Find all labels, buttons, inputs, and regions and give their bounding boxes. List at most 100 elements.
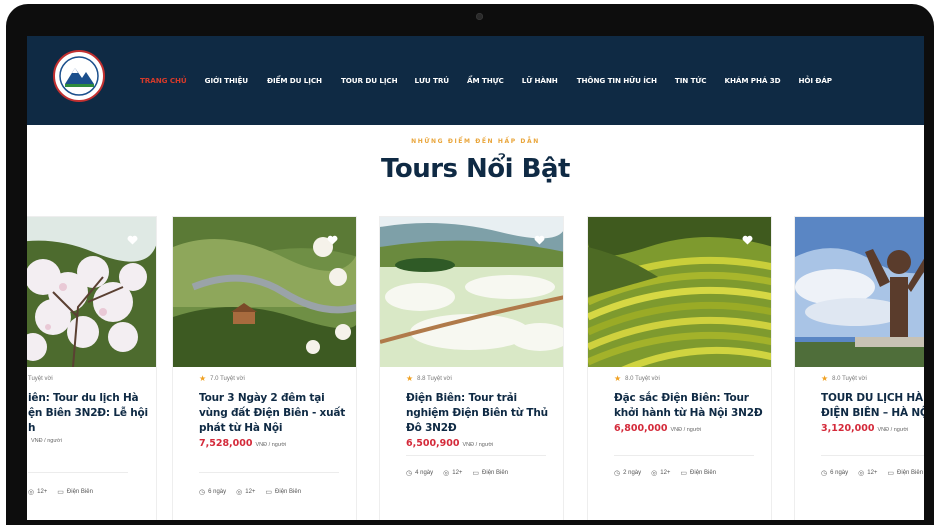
- tour-title[interactable]: Tour 3 Ngày 2 đêm tại vùng đất Điện Biên…: [199, 391, 349, 436]
- tour-title[interactable]: Điện Biên: Tour trải nghiệm Điện Biên từ…: [406, 391, 556, 436]
- site-logo[interactable]: [53, 50, 105, 102]
- map-icon: ▭: [680, 470, 688, 477]
- map-icon: ▭: [887, 470, 895, 477]
- duration-text: 6 ngày: [208, 489, 227, 495]
- star-icon: ★: [199, 374, 207, 383]
- map-icon: ▭: [265, 489, 273, 496]
- star-icon: ★: [406, 374, 414, 383]
- meta-duration: ◷ 2 ngày: [614, 469, 641, 477]
- divider: [614, 455, 754, 456]
- price-row: 6,800,000 VNĐ / người: [614, 423, 764, 434]
- nav-item-faq[interactable]: HỎI ĐÁP: [799, 76, 833, 85]
- nav-item-explore-3d[interactable]: KHÁM PHÁ 3D: [724, 76, 780, 85]
- clock-icon: ◷: [199, 489, 206, 496]
- heart-icon[interactable]: [534, 235, 545, 245]
- price-unit: VNĐ / người: [877, 427, 909, 433]
- tour-meta: ◎ 12+ ▭ Điện Biên: [28, 488, 93, 496]
- meta-age: ◎ 12+: [651, 469, 670, 477]
- nav-item-news[interactable]: TIN TỨC: [675, 76, 707, 85]
- location-text: Điện Biên: [275, 489, 302, 495]
- main-nav: TRANG CHỦ GIỚI THIỆU ĐIỂM DU LỊCH TOUR D…: [140, 36, 832, 125]
- rating-text: 7.0 Tuyệt vời: [210, 376, 245, 382]
- age-text: 12+: [37, 489, 48, 495]
- clock-icon: ◷: [406, 470, 413, 477]
- browser-viewport: TRANG CHỦ GIỚI THIỆU ĐIỂM DU LỊCH TOUR D…: [27, 36, 924, 520]
- age-text: 12+: [245, 489, 256, 495]
- section-eyebrow: NHỮNG ĐIỂM ĐẾN HẤP DẪN: [411, 138, 540, 145]
- tour-image[interactable]: [795, 217, 924, 367]
- price-row: 7,528,000 VNĐ / người: [199, 438, 349, 449]
- map-icon: ▭: [472, 470, 480, 477]
- duration-text: 2 ngày: [623, 470, 642, 476]
- location-text: Điện Biên: [690, 470, 717, 476]
- site-header: TRANG CHỦ GIỚI THIỆU ĐIỂM DU LỊCH TOUR D…: [27, 36, 924, 125]
- rating-text: Tuyệt vời: [28, 376, 53, 382]
- rating: ★ 8.0 Tuyệt vời: [821, 373, 924, 385]
- divider: [406, 455, 546, 456]
- age-text: 12+: [660, 470, 671, 476]
- tour-title[interactable]: TOUR DU LỊCH HÀ NỘI - ĐIỆN BIÊN – HÀ NỘI…: [821, 391, 924, 421]
- price-unit: VNĐ / người: [670, 427, 702, 433]
- heart-icon[interactable]: [327, 235, 338, 245]
- clock-icon: ◷: [821, 470, 828, 477]
- age-icon: ◎: [858, 470, 865, 477]
- tour-card[interactable]: ★ 8.0 Tuyệt vời TOUR DU LỊCH HÀ NỘI - ĐI…: [794, 216, 924, 520]
- nav-item-accommodation[interactable]: LƯU TRÚ: [415, 76, 450, 85]
- location-text: Điện Biên: [482, 470, 509, 476]
- heart-icon[interactable]: [127, 235, 138, 245]
- rating-text: 8.0 Tuyệt vời: [625, 376, 660, 382]
- meta-location: ▭ Điện Biên: [57, 488, 93, 496]
- tour-image[interactable]: [27, 217, 156, 367]
- price-row: VNĐ / người: [28, 438, 156, 444]
- location-text: Điện Biên: [66, 489, 93, 495]
- tour-image[interactable]: [588, 217, 771, 367]
- nav-item-about[interactable]: GIỚI THIỆU: [205, 76, 248, 85]
- nav-item-destinations[interactable]: ĐIỂM DU LỊCH: [267, 76, 322, 85]
- tour-meta: ◷ 6 ngày ◎ 12+ ▭ Điện Biên: [821, 469, 923, 477]
- age-text: 12+: [867, 470, 878, 476]
- meta-location: ▭ Điện Biên: [265, 488, 301, 496]
- price-unit: VNĐ / người: [31, 438, 62, 444]
- meta-duration: ◷ 6 ngày: [821, 469, 848, 477]
- star-icon: ★: [614, 374, 622, 383]
- tour-title[interactable]: iên: Tour du lịch Hà ện Biên 3N2Đ: Lễ hộ…: [28, 391, 156, 436]
- camera-icon: [476, 13, 483, 20]
- nav-item-travel[interactable]: LỮ HÀNH: [522, 76, 558, 85]
- price-row: 3,120,000 VNĐ / người: [821, 423, 924, 434]
- price-unit: VNĐ / người: [462, 442, 494, 448]
- tour-card[interactable]: ★ 8.0 Tuyệt vời Đặc sắc Điện Biên: Tour …: [587, 216, 772, 520]
- nav-item-cuisine[interactable]: ẨM THỰC: [467, 76, 504, 85]
- meta-duration: ◷ 4 ngày: [406, 469, 433, 477]
- rating-text: 8.8 Tuyệt vời: [417, 376, 452, 382]
- meta-age: ◎ 12+: [28, 488, 47, 496]
- tour-card-body: ★ 8.0 Tuyệt vời TOUR DU LỊCH HÀ NỘI - ĐI…: [821, 373, 924, 435]
- duration-text: 6 ngày: [830, 470, 849, 476]
- rating: ★ 7.0 Tuyệt vời: [199, 373, 349, 385]
- tour-image[interactable]: [380, 217, 563, 367]
- tour-price: 3,120,000: [821, 423, 875, 434]
- age-text: 12+: [452, 470, 463, 476]
- tour-card[interactable]: Tuyệt vời iên: Tour du lịch Hà ện Biên 3…: [27, 216, 157, 520]
- tour-card[interactable]: ★ 7.0 Tuyệt vời Tour 3 Ngày 2 đêm tại vù…: [172, 216, 357, 520]
- location-text: Điện Biên: [897, 470, 924, 476]
- meta-location: ▭ Điện Biên: [472, 469, 508, 477]
- tour-meta: ◷ 6 ngày ◎ 12+ ▭ Điện Biên: [199, 488, 301, 496]
- nav-item-tours[interactable]: TOUR DU LỊCH: [341, 76, 398, 85]
- nav-item-useful-info[interactable]: THÔNG TIN HỮU ÍCH: [577, 76, 657, 85]
- tour-card-body: ★ 8.0 Tuyệt vời Đặc sắc Điện Biên: Tour …: [614, 373, 764, 435]
- tour-price: 6,800,000: [614, 423, 668, 434]
- tour-card-body: Tuyệt vời iên: Tour du lịch Hà ện Biên 3…: [28, 373, 156, 444]
- age-icon: ◎: [236, 489, 243, 496]
- tour-image[interactable]: [173, 217, 356, 367]
- nav-item-home[interactable]: TRANG CHỦ: [140, 76, 187, 85]
- age-icon: ◎: [28, 489, 35, 496]
- tour-meta: ◷ 4 ngày ◎ 12+ ▭ Điện Biên: [406, 469, 508, 477]
- tour-title[interactable]: Đặc sắc Điện Biên: Tour khởi hành từ Hà …: [614, 391, 764, 421]
- map-icon: ▭: [57, 489, 64, 496]
- price-row: 6,500,900 VNĐ / người: [406, 438, 556, 449]
- heart-icon[interactable]: [742, 235, 753, 245]
- meta-age: ◎ 12+: [236, 488, 255, 496]
- age-icon: ◎: [651, 470, 658, 477]
- tour-card[interactable]: ★ 8.8 Tuyệt vời Điện Biên: Tour trải ngh…: [379, 216, 564, 520]
- meta-age: ◎ 12+: [858, 469, 877, 477]
